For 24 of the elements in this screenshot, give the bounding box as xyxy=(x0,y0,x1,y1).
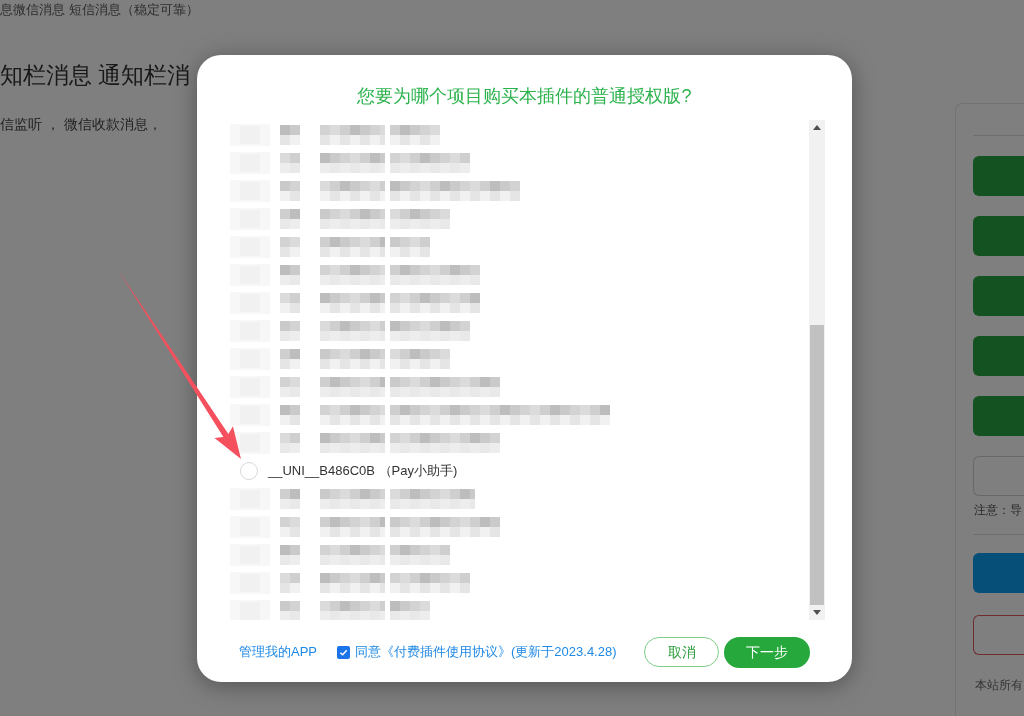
action-button[interactable] xyxy=(973,276,1024,316)
page-description: 信监听 ， 微信收款消息， xyxy=(0,115,162,134)
scrollbar[interactable] xyxy=(809,120,825,620)
manage-apps-link[interactable]: 管理我的APP xyxy=(239,643,317,661)
outline-button[interactable] xyxy=(973,615,1024,655)
cancel-button[interactable]: 取消 xyxy=(644,637,719,667)
agreement-label[interactable]: 同意《付费插件使用协议》(更新于2023.4.28) xyxy=(355,643,617,661)
page-subtitle: 息微信消息 短信消息（稳定可靠） xyxy=(0,1,199,19)
option-label[interactable]: __UNI__B486C0B （Pay小助手) xyxy=(268,462,458,480)
action-button[interactable] xyxy=(973,336,1024,376)
up-arrow-icon[interactable] xyxy=(813,125,821,130)
dialog-title: 您要为哪个项目购买本插件的普通授权版? xyxy=(357,85,692,108)
action-button[interactable] xyxy=(973,396,1024,436)
action-button[interactable] xyxy=(973,216,1024,256)
down-arrow-icon[interactable] xyxy=(813,610,821,615)
page-heading: 知栏消息 通知栏消 xyxy=(0,61,191,90)
action-button[interactable] xyxy=(973,553,1024,593)
footer-text: 本站所有 xyxy=(975,677,1023,694)
next-button[interactable]: 下一步 xyxy=(724,636,810,668)
note-text: 注意：导 xyxy=(974,502,1022,519)
radio-button[interactable] xyxy=(240,462,258,480)
checkbox[interactable] xyxy=(337,645,350,659)
scrollbar-thumb[interactable] xyxy=(810,325,824,605)
action-button[interactable] xyxy=(973,156,1024,196)
